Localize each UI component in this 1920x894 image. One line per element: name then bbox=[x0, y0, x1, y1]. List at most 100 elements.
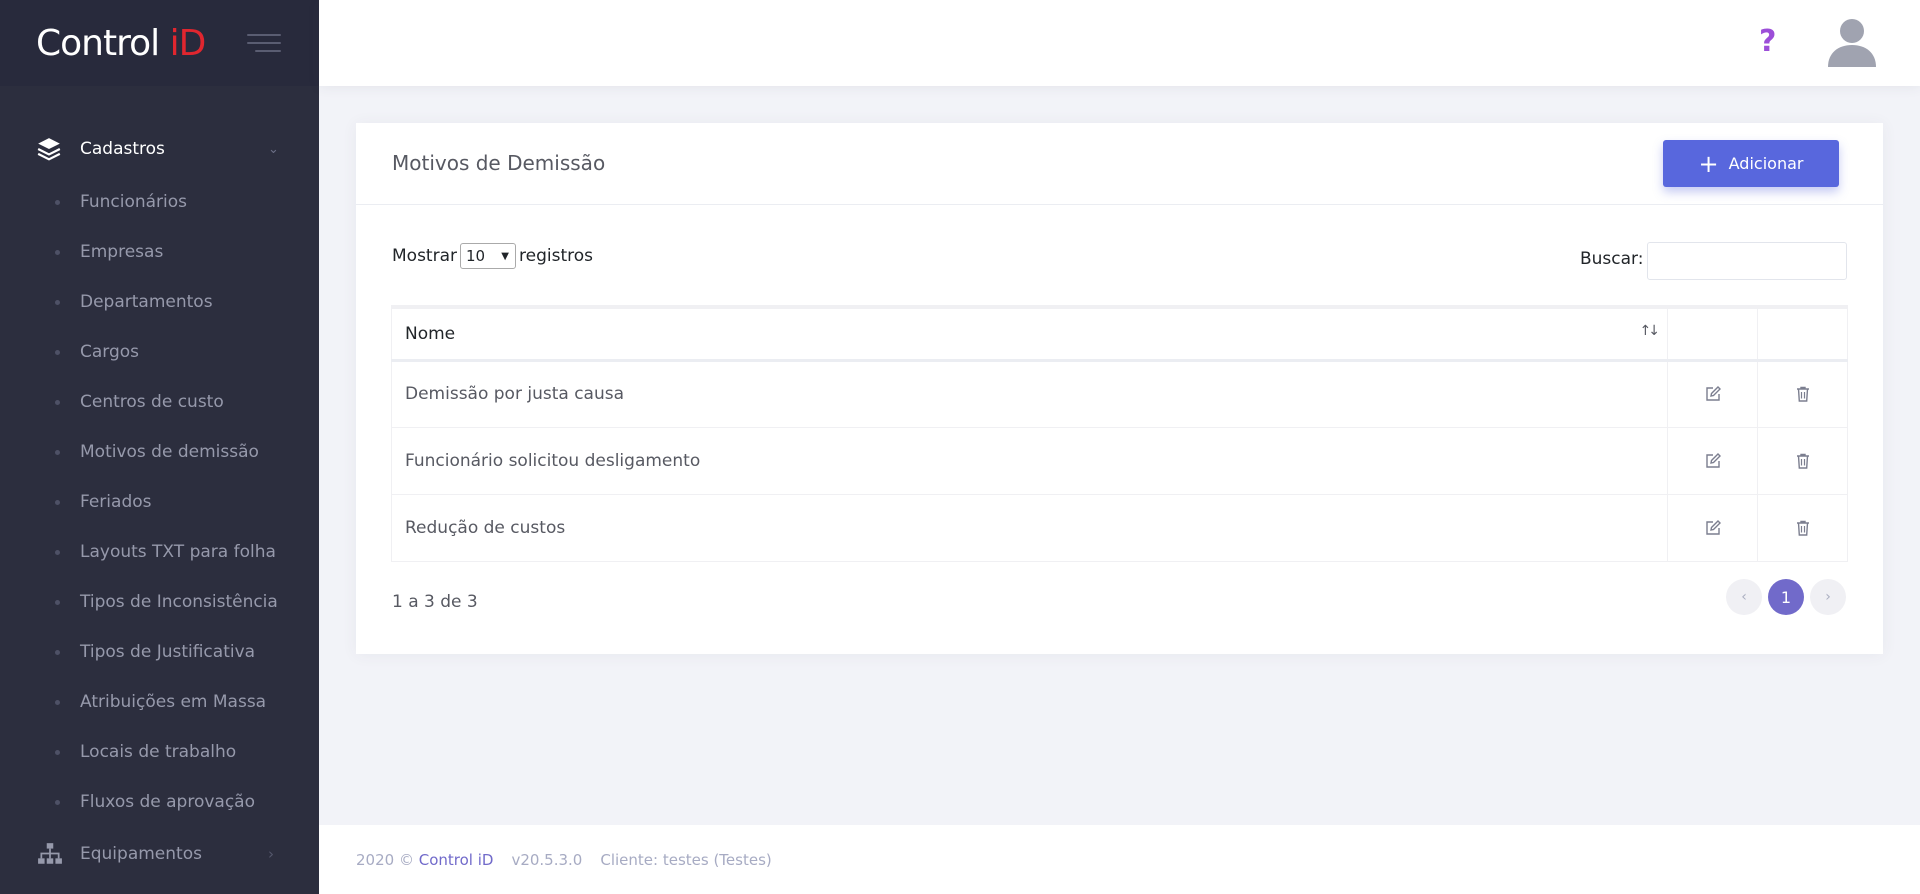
bullet-icon bbox=[55, 200, 60, 205]
pagination: ‹ 1 › bbox=[1726, 579, 1846, 615]
brand-logo-text: Control bbox=[36, 22, 170, 64]
sidebar-item-cargos[interactable]: Cargos bbox=[0, 332, 319, 372]
table-info: 1 a 3 de 3 bbox=[392, 592, 478, 612]
sidebar-item-label: Layouts TXT para folha bbox=[80, 542, 276, 562]
bullet-icon bbox=[55, 250, 60, 255]
cell-delete bbox=[1757, 426, 1848, 495]
sort-icon: ↑↓ bbox=[1639, 323, 1661, 339]
column-header-nome[interactable]: Nome ↑↓ bbox=[391, 305, 1668, 362]
layers-icon bbox=[37, 138, 61, 161]
add-button[interactable]: + Adicionar bbox=[1663, 140, 1839, 187]
table-header-row: Nome ↑↓ bbox=[391, 305, 1848, 362]
bullet-icon bbox=[55, 300, 60, 305]
sidebar-item-atribuicoes-em-massa[interactable]: Atribuições em Massa bbox=[0, 682, 319, 722]
show-prefix: Mostrar bbox=[392, 246, 457, 266]
cell-edit bbox=[1667, 359, 1758, 428]
sidebar-item-feriados[interactable]: Feriados bbox=[0, 482, 319, 522]
pagination-next-button[interactable]: › bbox=[1810, 579, 1846, 615]
sidebar-item-label: Fluxos de aprovação bbox=[80, 792, 255, 812]
sidebar-item-label: Motivos de demissão bbox=[80, 442, 259, 462]
cell-nome: Redução de custos bbox=[391, 493, 1668, 562]
bullet-icon bbox=[55, 800, 60, 805]
page-length-control: Mostrar 10 ▼ registros bbox=[392, 243, 593, 269]
help-icon[interactable]: ? bbox=[1759, 24, 1781, 60]
page-length-select[interactable]: 10 ▼ bbox=[460, 243, 516, 269]
bullet-icon bbox=[55, 350, 60, 355]
sidebar-item-tipos-de-inconsistencia[interactable]: Tipos de Inconsistência bbox=[0, 582, 319, 622]
sidebar-section-label: Equipamentos bbox=[80, 844, 202, 864]
cell-nome: Demissão por justa causa bbox=[391, 359, 1668, 428]
pagination-prev-button[interactable]: ‹ bbox=[1726, 579, 1762, 615]
page-title: Motivos de Demissão bbox=[392, 151, 606, 175]
portlet-header: Motivos de Demissão + Adicionar bbox=[356, 123, 1883, 205]
cell-nome: Funcionário solicitou desligamento bbox=[391, 426, 1668, 495]
search-input[interactable] bbox=[1647, 242, 1847, 280]
user-avatar-icon[interactable] bbox=[1824, 13, 1880, 69]
cell-delete bbox=[1757, 359, 1848, 428]
brand-bar: Control iD bbox=[0, 0, 319, 86]
sidebar-item-label: Feriados bbox=[80, 492, 152, 512]
chevron-down-icon: ⌄ bbox=[268, 141, 279, 157]
edit-icon[interactable] bbox=[1704, 452, 1722, 470]
edit-icon[interactable] bbox=[1704, 385, 1722, 403]
bullet-icon bbox=[55, 750, 60, 755]
sidebar-item-label: Atribuições em Massa bbox=[80, 692, 267, 712]
footer-client: Cliente: testes (Testes) bbox=[600, 850, 772, 869]
sidebar-item-fluxos-de-aprovacao[interactable]: Fluxos de aprovação bbox=[0, 782, 319, 822]
bullet-icon bbox=[55, 450, 60, 455]
cell-delete bbox=[1757, 493, 1848, 562]
sidebar-item-motivos-de-demissao[interactable]: Motivos de demissão bbox=[0, 432, 319, 472]
page-length-value: 10 bbox=[466, 247, 486, 265]
sidebar-item-departamentos[interactable]: Departamentos bbox=[0, 282, 319, 322]
sidebar-section-label: Cadastros bbox=[80, 139, 165, 159]
column-header-label: Nome bbox=[405, 323, 456, 344]
cell-edit bbox=[1667, 493, 1758, 562]
brand-logo[interactable]: Control iD bbox=[36, 22, 207, 64]
chevron-right-icon: › bbox=[268, 845, 274, 863]
trash-icon[interactable] bbox=[1794, 452, 1812, 470]
edit-icon[interactable] bbox=[1704, 519, 1722, 537]
sidebar-item-label: Locais de trabalho bbox=[80, 742, 237, 762]
footer-copyright: 2020 © Control iD bbox=[356, 851, 493, 869]
sitemap-icon bbox=[38, 843, 62, 864]
plus-icon: + bbox=[1698, 149, 1719, 178]
pagination-page-button[interactable]: 1 bbox=[1768, 579, 1804, 615]
trash-icon[interactable] bbox=[1794, 385, 1812, 403]
sidebar-section-cadastros[interactable]: Cadastros ⌄ bbox=[0, 127, 319, 171]
sidebar-section-equipamentos[interactable]: Equipamentos › bbox=[0, 832, 319, 876]
column-header-edit bbox=[1667, 305, 1758, 362]
menu-toggle-icon[interactable] bbox=[247, 34, 281, 54]
bullet-icon bbox=[55, 400, 60, 405]
table-row: Funcionário solicitou desligamento bbox=[391, 426, 1848, 495]
footer-brand-link[interactable]: Control iD bbox=[419, 851, 494, 869]
footer-version: v20.5.3.0 bbox=[511, 850, 583, 869]
sidebar-item-empresas[interactable]: Empresas bbox=[0, 232, 319, 272]
column-header-delete bbox=[1757, 305, 1848, 362]
sidebar: Control iD Cadastros ⌄ Funcionários Empr… bbox=[0, 0, 319, 894]
sidebar-item-label: Tipos de Justificativa bbox=[80, 642, 256, 662]
cell-edit bbox=[1667, 426, 1758, 495]
footer: 2020 © Control iD v20.5.3.0 Cliente: tes… bbox=[319, 825, 1920, 894]
footer-copyright-text: 2020 © bbox=[356, 850, 414, 869]
bullet-icon bbox=[55, 700, 60, 705]
bullet-icon bbox=[55, 600, 60, 605]
caret-down-icon: ▼ bbox=[501, 250, 509, 262]
brand-logo-accent: iD bbox=[169, 22, 207, 64]
sidebar-item-label: Cargos bbox=[80, 342, 140, 362]
bullet-icon bbox=[55, 650, 60, 655]
content-portlet: Motivos de Demissão + Adicionar Mostrar … bbox=[356, 123, 1883, 654]
sidebar-item-label: Departamentos bbox=[80, 292, 213, 312]
sidebar-item-label: Funcionários bbox=[80, 192, 188, 212]
sidebar-item-locais-de-trabalho[interactable]: Locais de trabalho bbox=[0, 732, 319, 772]
sidebar-item-tipos-de-justificativa[interactable]: Tipos de Justificativa bbox=[0, 632, 319, 672]
sidebar-item-centros-de-custo[interactable]: Centros de custo bbox=[0, 382, 319, 422]
table-row: Redução de custos bbox=[391, 493, 1848, 562]
trash-icon[interactable] bbox=[1794, 519, 1812, 537]
add-button-label: Adicionar bbox=[1728, 154, 1804, 173]
search-label: Buscar: bbox=[1580, 249, 1644, 269]
sidebar-item-funcionarios[interactable]: Funcionários bbox=[0, 182, 319, 222]
sidebar-item-label: Tipos de Inconsistência bbox=[80, 592, 278, 612]
sidebar-item-label: Centros de custo bbox=[80, 392, 224, 412]
sidebar-item-label: Empresas bbox=[80, 242, 164, 262]
sidebar-item-layouts-txt[interactable]: Layouts TXT para folha bbox=[0, 532, 319, 572]
